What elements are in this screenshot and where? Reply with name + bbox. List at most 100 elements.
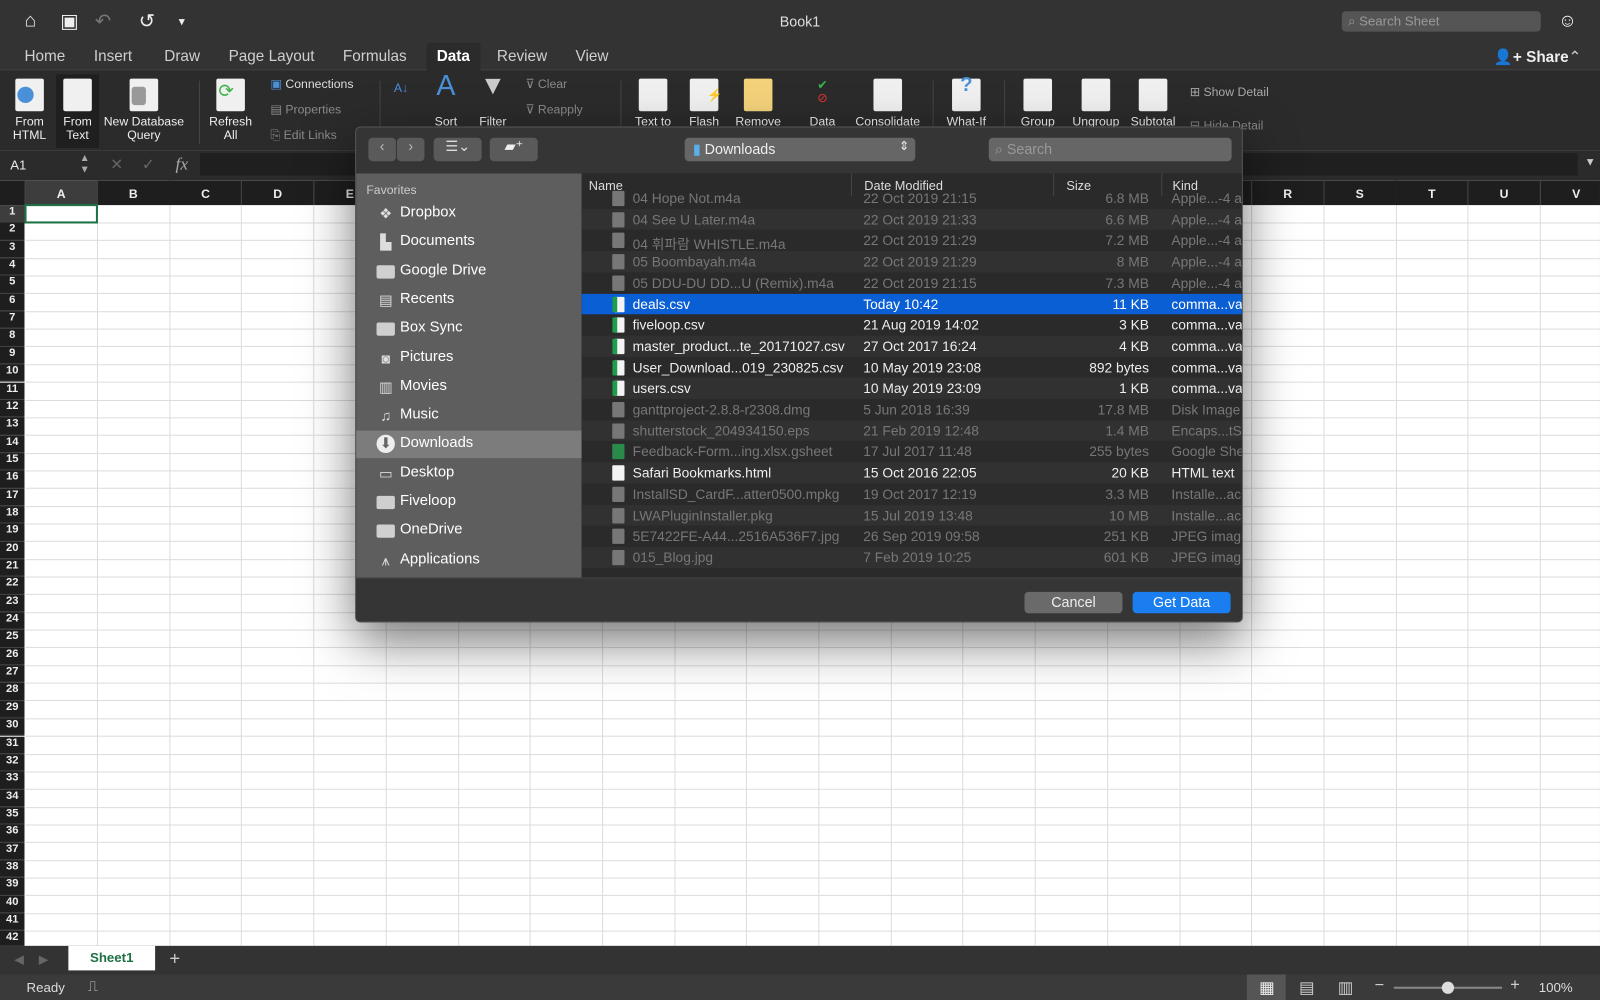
row-header[interactable]: 2 [0,222,25,241]
row-header[interactable]: 35 [0,807,25,825]
new-database-query-button[interactable]: New Database Query [102,78,186,142]
zoom-slider[interactable] [1393,981,1503,994]
column-header[interactable]: A [25,180,98,206]
row-header[interactable]: 6 [0,293,25,312]
page-break-view-icon[interactable]: ▥ [1338,978,1353,998]
file-row[interactable]: 04 휘파람 WHISTLE.m4a 22 Oct 2019 21:29 7.2 M… [582,230,1242,252]
column-header[interactable]: B [97,180,171,206]
sidebar-item-fiveloop[interactable]: Fiveloop [356,489,582,517]
tab-data[interactable]: Data [426,42,481,72]
tab-draw[interactable]: Draw [164,48,200,65]
sort-button[interactable]: A Sort [429,71,464,129]
row-header[interactable]: 34 [0,789,25,808]
dialog-search-input[interactable]: ⌕ Search [988,137,1232,162]
file-row[interactable]: 05 DDU-DU DD...U (Remix).m4a 22 Oct 2019 … [582,272,1242,293]
file-row[interactable]: 04 See U Later.m4a 22 Oct 2019 21:33 6.6 M… [581,208,1242,230]
row-header[interactable]: 21 [0,559,25,577]
insert-function-icon[interactable]: fx [176,154,189,174]
row-header[interactable]: 32 [0,753,25,772]
row-header[interactable]: 3 [0,240,25,259]
file-list[interactable]: Name Date Modified Size Kind 04 Hope Not… [581,173,1242,578]
column-header[interactable]: T [1396,180,1469,206]
back-button[interactable]: ‹ [368,137,396,162]
row-header[interactable]: 40 [0,895,25,914]
what-if-button[interactable]: ? What-If [941,74,992,129]
row-header[interactable]: 14 [0,435,25,453]
row-header[interactable]: 13 [0,417,25,436]
forward-button[interactable]: › [396,137,425,162]
row-header[interactable]: 37 [0,842,25,861]
from-text-button[interactable]: From Text [56,74,99,148]
selected-cell[interactable] [24,204,98,224]
filter-button[interactable]: ▼ Filter [476,71,511,129]
file-row[interactable]: 015_Blog.jpg 7 Feb 2019 10:25 601 KB JPEG i… [581,546,1242,568]
row-header[interactable]: 10 [0,364,25,383]
tab-home[interactable]: Home [24,48,65,65]
connections-button[interactable]: ▣ Connections [270,77,353,91]
sidebar-item-google-drive[interactable]: Google Drive [356,258,582,286]
get-data-button[interactable]: Get Data [1132,591,1231,614]
row-header[interactable]: 27 [0,665,25,684]
sidebar-item-box-sync[interactable]: Box Sync [356,315,582,343]
file-row[interactable]: 04 Hope Not.m4a 22 Oct 2019 21:15 6.8 MB Ap… [582,188,1242,209]
sidebar-item-dropbox[interactable]: ❖ Dropbox [356,200,582,228]
row-header[interactable]: 41 [0,913,25,931]
confirm-check-icon[interactable]: ✓ [142,155,155,173]
group-button[interactable]: Group [1012,78,1063,129]
row-header[interactable]: 39 [0,877,25,896]
row-header[interactable]: 38 [0,860,25,878]
row-header[interactable]: 18 [0,506,25,524]
row-header[interactable]: 1 [0,205,25,223]
cancel-x-icon[interactable]: ✕ [110,155,123,173]
file-row[interactable]: fiveloop.csv 21 Aug 2019 14:02 3 KB comma..… [582,314,1242,335]
data-validation-button[interactable]: ✔ ⊘ Data [800,78,845,129]
show-detail-button[interactable]: ⊞ Show Detail [1190,85,1269,99]
text-to-columns-button[interactable]: Text to [631,78,676,129]
row-header[interactable]: 17 [0,488,25,507]
row-header[interactable]: 24 [0,612,25,630]
page-layout-view-icon[interactable]: ▤ [1299,978,1314,998]
zoom-in-button[interactable]: + [1510,977,1520,995]
sidebar-item-pictures[interactable]: ◙ Pictures [356,344,582,372]
column-header[interactable]: V [1540,180,1600,206]
row-header[interactable]: 29 [0,700,25,719]
column-header[interactable]: C [169,180,243,206]
expand-formula-icon[interactable]: ▼ [1585,156,1596,168]
prev-sheet-icon[interactable]: ◀ [14,952,23,966]
consolidate-button[interactable]: Consolidate [853,78,922,129]
row-header[interactable]: 16 [0,470,25,489]
row-header[interactable]: 36 [0,824,25,843]
row-header[interactable]: 23 [0,594,25,613]
row-header[interactable]: 26 [0,647,25,666]
row-header[interactable]: 4 [0,258,25,276]
search-sheet-input[interactable]: ⌕ Search Sheet [1341,11,1541,32]
tab-page-layout[interactable]: Page Layout [229,48,315,65]
sidebar-item-applications[interactable]: ⩚ Applications [356,547,582,575]
sidebar-item-music[interactable]: ♫ Music [356,402,582,430]
file-row[interactable]: 5E7422FE-A44...2516A536F7.jpg 26 Sep 2019… [582,526,1242,547]
row-header[interactable]: 42 [0,930,25,946]
row-header[interactable]: 15 [0,452,25,471]
share-button[interactable]: 👤+ Share [1494,48,1569,66]
file-row[interactable]: LWAPluginInstaller.pkg 15 Jul 2019 13:48 1… [581,504,1242,526]
row-header[interactable]: 20 [0,541,25,560]
column-header[interactable]: D [241,180,315,206]
file-row[interactable]: deals.csv Today 10:42 11 KB comma...va [581,293,1242,315]
sheet-tab-sheet1[interactable]: Sheet1 [68,945,156,971]
row-header[interactable]: 28 [0,683,25,701]
row-header[interactable]: 12 [0,399,25,418]
sidebar-item-downloads[interactable]: ⬇ Downloads [356,431,582,459]
sidebar-item-onedrive[interactable]: OneDrive [356,518,582,546]
zoom-slider-handle[interactable] [1441,981,1455,994]
add-sheet-button[interactable]: + [169,948,180,969]
file-row[interactable]: Feedback-Form...ing.xlsx.gsheet 17 Jul 20… [582,441,1242,462]
reapply-button[interactable]: ⊽ Reapply [526,102,583,116]
zoom-out-button[interactable]: − [1374,977,1384,995]
column-header[interactable]: S [1324,180,1397,206]
sidebar-item-movies[interactable]: ▥ Movies [356,373,582,401]
clear-button[interactable]: ⊽ Clear [526,77,568,91]
row-header[interactable]: 33 [0,771,25,790]
new-folder-button[interactable]: ▰⁺ [489,137,538,162]
collapse-ribbon-icon[interactable]: ⌃ [1568,48,1581,66]
ungroup-button[interactable]: Ungroup [1067,78,1124,129]
